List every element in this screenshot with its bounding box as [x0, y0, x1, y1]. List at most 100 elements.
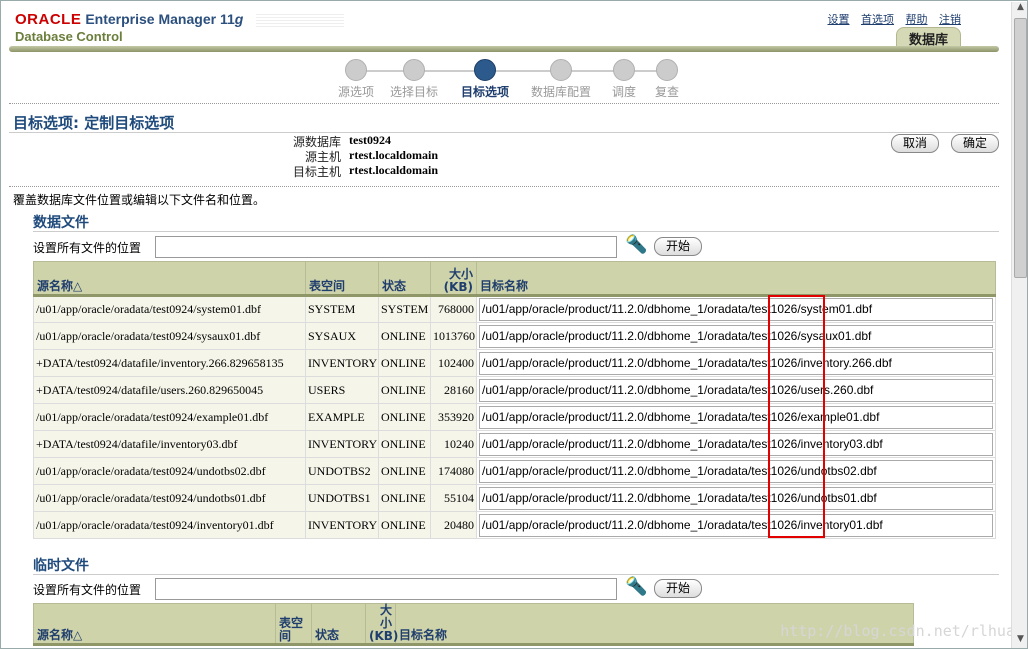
scroll-down-icon[interactable]: ▼ — [1013, 634, 1027, 648]
highlight-box — [768, 295, 825, 538]
cell-tablespace: EXAMPLE — [305, 403, 379, 431]
instruction-text: 覆盖数据库文件位置或编辑以下文件名和位置。 — [13, 193, 266, 207]
divider — [9, 186, 999, 187]
cell-tablespace: SYSAUX — [305, 322, 379, 350]
table-row: +DATA/test0924/datafile/inventory03.dbf I… — [33, 430, 996, 458]
header-bar — [9, 46, 999, 52]
col-tablespace: 表空间 — [305, 261, 379, 297]
flashlight-icon[interactable]: 🔦 — [625, 576, 649, 598]
watermark: http://blog.csdn.net/rlhua — [780, 622, 1015, 640]
scroll-thumb[interactable] — [1014, 18, 1027, 278]
setall-location-input[interactable] — [155, 578, 617, 600]
target-name-input[interactable]: /u01/app/oracle/product/11.2.0/dbhome_1/… — [479, 513, 993, 537]
db-info: 源数据库 test0924 源主机 rtest.localdomain 目标主机 rt… — [251, 133, 438, 179]
section-title-datafiles: 数据文件 — [33, 215, 89, 231]
header-decoration — [256, 13, 344, 27]
train-step-target-options: 目标选项 — [450, 59, 520, 100]
cell-target-name: /u01/app/oracle/product/11.2.0/dbhome_1/… — [476, 376, 996, 404]
target-name-input[interactable]: /u01/app/oracle/product/11.2.0/dbhome_1/… — [479, 298, 993, 321]
table-row: /u01/app/oracle/oradata/test0924/invento… — [33, 511, 996, 539]
target-name-input[interactable]: /u01/app/oracle/product/11.2.0/dbhome_1/… — [479, 378, 993, 402]
cell-source-name: +DATA/test0924/datafile/inventory03.dbf — [33, 430, 306, 458]
cell-status: ONLINE — [378, 430, 431, 458]
cell-source-name: /u01/app/oracle/oradata/test0924/undotbs… — [33, 484, 306, 512]
ok-button[interactable]: 确定 — [951, 134, 999, 153]
datafiles-table: 源名称△ 表空间 状态 大小 (KB) 目标名称 /u01/app/oracle/… — [33, 261, 996, 539]
cell-tablespace: UNDOTBS1 — [305, 484, 379, 512]
info-row-target-host: 目标主机 rtest.localdomain — [292, 163, 438, 179]
cell-source-name: /u01/app/oracle/oradata/test0924/example… — [33, 403, 306, 431]
step-dot — [550, 59, 572, 81]
cell-tablespace: INVENTORY — [305, 511, 379, 539]
step-dot — [403, 59, 425, 81]
cell-source-name: +DATA/test0924/datafile/inventory.266.82… — [33, 349, 306, 377]
section-underline — [33, 574, 999, 575]
section-underline — [33, 231, 999, 232]
cell-size: 174080 — [430, 457, 477, 485]
cell-status: ONLINE — [378, 457, 431, 485]
page-title: 目标选项: 定制目标选项 — [13, 114, 175, 132]
cell-target-name: /u01/app/oracle/product/11.2.0/dbhome_1/… — [476, 349, 996, 377]
link-help[interactable]: 帮助 — [906, 13, 928, 26]
cell-target-name: /u01/app/oracle/product/11.2.0/dbhome_1/… — [476, 457, 996, 485]
cell-status: SYSTEM — [378, 295, 431, 323]
wizard-train: 源选项 选择目标 目标选项 数据库配置 调度 复查 — [321, 59, 701, 99]
target-name-input[interactable]: /u01/app/oracle/product/11.2.0/dbhome_1/… — [479, 459, 993, 483]
step-dot-current — [474, 59, 496, 81]
cell-status: ONLINE — [378, 511, 431, 539]
header: ORACLE Enterprise Manager 11g Database Co… — [1, 1, 1011, 57]
oracle-logo: ORACLE Enterprise Manager 11g Database Co… — [15, 11, 243, 44]
col-tablespace: 表空间 — [275, 603, 312, 646]
table-row: /u01/app/oracle/oradata/test0924/system0… — [33, 295, 996, 323]
table-row: +DATA/test0924/datafile/inventory.266.82… — [33, 349, 996, 377]
col-source-name[interactable]: 源名称△ — [33, 603, 276, 646]
train-step-review: 复查 — [632, 59, 702, 100]
target-name-input[interactable]: /u01/app/oracle/product/11.2.0/dbhome_1/… — [479, 405, 993, 429]
cell-tablespace: INVENTORY — [305, 349, 379, 377]
vertical-scrollbar[interactable]: ▲ ▼ — [1011, 2, 1027, 648]
col-source-name[interactable]: 源名称△ — [33, 261, 306, 297]
link-settings[interactable]: 设置 — [828, 13, 850, 26]
divider — [9, 103, 999, 104]
train-step-db-config: 数据库配置 — [526, 59, 596, 100]
cell-size: 55104 — [430, 484, 477, 512]
table-row: /u01/app/oracle/oradata/test0924/undotbs… — [33, 484, 996, 512]
cell-target-name: /u01/app/oracle/product/11.2.0/dbhome_1/… — [476, 511, 996, 539]
link-preferences[interactable]: 首选项 — [861, 13, 894, 26]
step-dot — [656, 59, 678, 81]
cell-tablespace: USERS — [305, 376, 379, 404]
link-logout[interactable]: 注销 — [939, 13, 961, 26]
cell-status: ONLINE — [378, 376, 431, 404]
target-name-input[interactable]: /u01/app/oracle/product/11.2.0/dbhome_1/… — [479, 432, 993, 456]
table-row: +DATA/test0924/datafile/users.260.829650… — [33, 376, 996, 404]
go-button[interactable]: 开始 — [654, 237, 702, 256]
col-size: 大小 (KB) — [365, 603, 398, 646]
train-step-select-target[interactable]: 选择目标 — [379, 59, 449, 100]
cell-size: 1013760 — [430, 322, 477, 350]
step-dot — [345, 59, 367, 81]
table-row: /u01/app/oracle/oradata/test0924/example… — [33, 403, 996, 431]
cell-tablespace: INVENTORY — [305, 430, 379, 458]
cell-source-name: /u01/app/oracle/oradata/test0924/invento… — [33, 511, 306, 539]
go-button[interactable]: 开始 — [654, 579, 702, 598]
scroll-up-icon[interactable]: ▲ — [1013, 2, 1027, 17]
col-target-name: 目标名称 — [476, 261, 996, 297]
browser-frame: ORACLE Enterprise Manager 11g Database Co… — [0, 0, 1028, 649]
brand-name: ORACLE — [15, 11, 82, 28]
cell-size: 768000 — [430, 295, 477, 323]
flashlight-icon[interactable]: 🔦 — [625, 234, 649, 256]
cancel-button[interactable]: 取消 — [891, 134, 939, 153]
target-name-input[interactable]: /u01/app/oracle/product/11.2.0/dbhome_1/… — [479, 351, 993, 375]
cell-tablespace: UNDOTBS2 — [305, 457, 379, 485]
cell-target-name: /u01/app/oracle/product/11.2.0/dbhome_1/… — [476, 322, 996, 350]
datafiles-rows: /u01/app/oracle/oradata/test0924/system0… — [33, 295, 996, 539]
cell-status: ONLINE — [378, 322, 431, 350]
cell-source-name: +DATA/test0924/datafile/users.260.829650… — [33, 376, 306, 404]
cell-status: ONLINE — [378, 484, 431, 512]
target-name-input[interactable]: /u01/app/oracle/product/11.2.0/dbhome_1/… — [479, 486, 993, 510]
target-name-input[interactable]: /u01/app/oracle/product/11.2.0/dbhome_1/… — [479, 324, 993, 348]
cell-source-name: /u01/app/oracle/oradata/test0924/undotbs… — [33, 457, 306, 485]
setall-label: 设置所有文件的位置 — [33, 241, 142, 255]
cell-size: 10240 — [430, 430, 477, 458]
setall-location-input[interactable] — [155, 236, 617, 258]
